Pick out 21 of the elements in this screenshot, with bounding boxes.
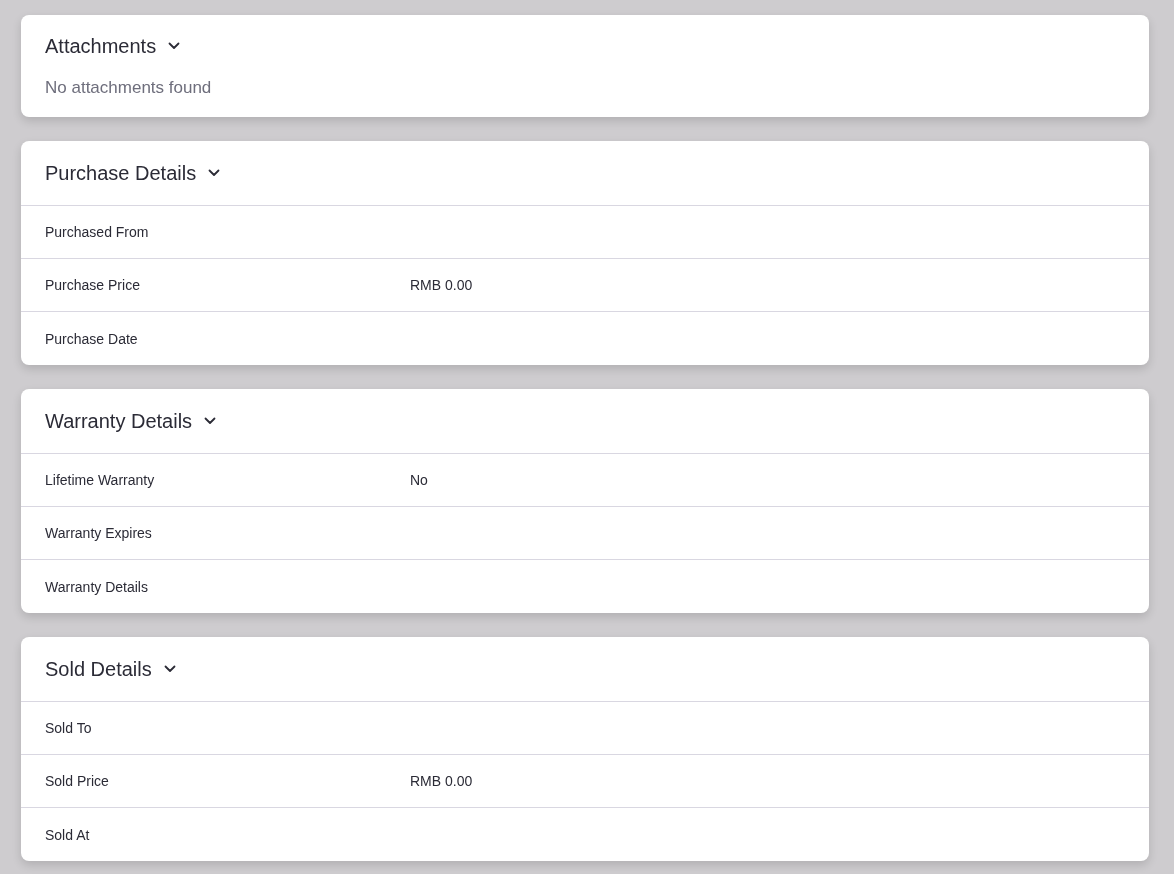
chevron-down-icon[interactable] xyxy=(208,169,221,177)
field-label: Warranty Details xyxy=(45,577,148,596)
field-label: Sold At xyxy=(45,825,90,844)
empty-message: No attachments found xyxy=(44,77,213,99)
section-title: Warranty Details xyxy=(45,409,193,433)
field-label: Purchase Price xyxy=(45,276,140,294)
field-value: RMB 0.00 xyxy=(410,276,473,294)
field-value: RMB 0.00 xyxy=(410,772,473,790)
field-label: Purchase Date xyxy=(45,329,138,348)
chevron-down-icon[interactable] xyxy=(204,417,217,425)
chevron-down-icon[interactable] xyxy=(163,665,176,673)
field-label: Warranty Expires xyxy=(45,524,152,542)
field-label: Sold Price xyxy=(45,772,109,790)
section-title: Purchase Details xyxy=(45,161,197,185)
field-label: Purchased From xyxy=(45,223,149,241)
section-title: Sold Details xyxy=(45,657,152,681)
section-title: Attachments xyxy=(45,34,157,58)
field-label: Lifetime Warranty xyxy=(45,471,155,489)
field-label: Sold To xyxy=(45,719,92,737)
field-value: No xyxy=(410,471,428,489)
chevron-down-icon[interactable] xyxy=(168,42,181,50)
